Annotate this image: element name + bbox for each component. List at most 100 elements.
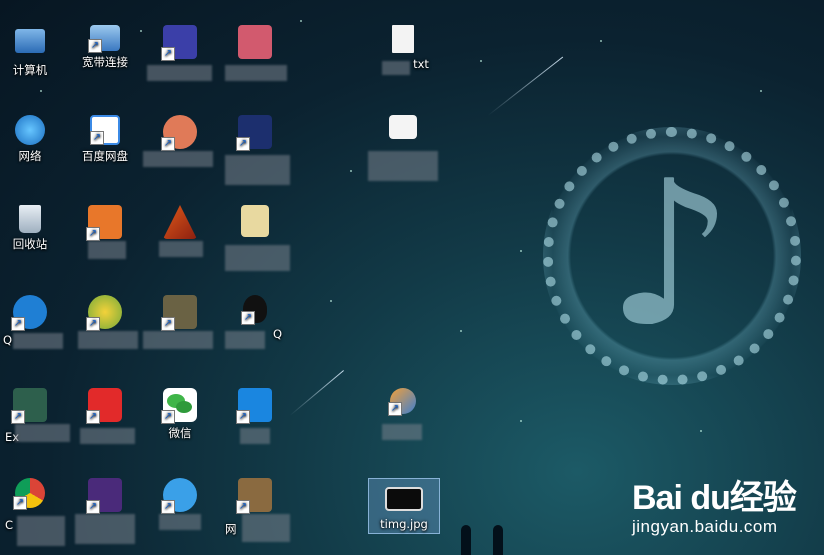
desktop-icon-app[interactable]: ↗ xyxy=(220,388,290,444)
desktop-icon-app[interactable]: ↗ xyxy=(143,295,215,349)
desktop-icon-label: 宽带连接 xyxy=(82,55,128,69)
recycle-bin-icon xyxy=(19,205,41,233)
network-connection-icon: ↗ xyxy=(88,25,120,53)
desktop-icon-chrome[interactable]: ↗ C xyxy=(0,478,65,546)
blurred-label xyxy=(147,65,212,81)
blurred-label xyxy=(15,424,70,442)
desktop-icon-label: timg.jpg xyxy=(380,517,428,531)
shortcut-arrow-icon: ↗ xyxy=(86,410,100,424)
desktop-icon-wechat[interactable]: ↗ 微信 xyxy=(145,388,215,440)
app-icon: ↗ xyxy=(11,295,47,331)
computer-icon xyxy=(15,29,45,53)
desktop-icon-app[interactable]: ↗ xyxy=(70,295,140,349)
desktop-icon-label: 百度网盘 xyxy=(82,149,128,163)
app-icon: ↗ xyxy=(161,295,197,331)
desktop-icon-file[interactable] xyxy=(220,205,290,271)
shortcut-arrow-icon: ↗ xyxy=(161,137,175,151)
desktop-icon-app[interactable]: ↗ Q xyxy=(0,295,65,349)
desktop-icon-label: 回收站 xyxy=(12,237,48,251)
desktop-icon-label: 网络 xyxy=(18,149,42,163)
shortcut-arrow-icon: ↗ xyxy=(161,317,175,331)
baidu-netdisk-icon: ↗ xyxy=(90,115,120,145)
desktop-icon-app[interactable]: ↗ xyxy=(220,115,290,185)
desktop-icon-app[interactable]: ↗ xyxy=(143,115,215,167)
matlab-icon xyxy=(163,205,197,239)
desktop-icon-txt[interactable]: txt xyxy=(368,25,438,75)
app-icon: ↗ xyxy=(161,478,197,514)
shortcut-arrow-icon: ↗ xyxy=(236,410,250,424)
blurred-label xyxy=(78,331,138,349)
blurred-label xyxy=(143,331,213,349)
shortcut-arrow-icon: ↗ xyxy=(13,496,27,510)
blurred-label xyxy=(17,516,65,546)
app-icon: ↗ xyxy=(161,115,197,151)
blurred-label xyxy=(368,151,438,181)
desktop-icon-broadband[interactable]: ↗ 宽带连接 xyxy=(70,25,140,69)
desktop-icon-app[interactable]: ↗ 网 xyxy=(220,478,290,542)
text-file-icon xyxy=(392,25,414,53)
shortcut-arrow-icon: ↗ xyxy=(161,500,175,514)
blurred-label xyxy=(240,428,270,444)
app-icon: ↗ xyxy=(11,388,47,424)
blurred-label xyxy=(143,151,213,167)
desktop-icon-netease[interactable]: ↗ xyxy=(70,388,140,444)
app-icon: ↗ xyxy=(236,115,272,151)
blurred-label xyxy=(13,333,63,349)
shortcut-arrow-icon: ↗ xyxy=(11,317,25,331)
shortcut-arrow-icon: ↗ xyxy=(236,500,250,514)
blurred-label xyxy=(242,514,290,542)
desktop-icon-app[interactable]: ↗ xyxy=(70,205,140,259)
blurred-label xyxy=(225,155,290,185)
app-icon: ↗ xyxy=(236,478,272,514)
shortcut-arrow-icon: ↗ xyxy=(90,131,104,145)
blurred-label xyxy=(225,245,290,271)
desktop-icon-label: 计算机 xyxy=(12,63,48,77)
couple-silhouette xyxy=(455,520,515,555)
qq-penguin-icon: ↗ xyxy=(241,295,267,325)
music-note-icon: ♪ xyxy=(606,138,734,371)
desktop-icon-timg[interactable]: timg.jpg xyxy=(368,478,440,534)
app-icon: ↗ xyxy=(86,295,122,331)
app-icon: ↗ xyxy=(86,205,122,241)
desktop-icon-matlab[interactable] xyxy=(145,205,215,257)
shortcut-arrow-icon: ↗ xyxy=(161,47,175,61)
shortcut-arrow-icon: ↗ xyxy=(11,410,25,424)
blurred-label xyxy=(159,241,203,257)
app-icon xyxy=(389,115,417,139)
image-file-icon xyxy=(385,487,423,511)
app-icon: ↗ xyxy=(236,388,272,424)
desktop-icon-baidu-pan[interactable]: ↗ 百度网盘 xyxy=(70,115,140,163)
shortcut-arrow-icon: ↗ xyxy=(388,402,402,416)
desktop-icon-app[interactable]: ↗ xyxy=(70,478,140,544)
desktop-icon-app[interactable] xyxy=(368,115,438,181)
app-icon: ↗ xyxy=(161,25,197,61)
desktop-icon-network[interactable]: 网络 xyxy=(0,115,65,163)
desktop-icon-app[interactable] xyxy=(220,25,290,81)
blurred-label xyxy=(382,424,422,440)
shortcut-arrow-icon: ↗ xyxy=(86,317,100,331)
desktop-icon-recycle[interactable]: 回收站 xyxy=(0,205,65,251)
blurred-label xyxy=(225,331,265,349)
shortcut-arrow-icon: ↗ xyxy=(161,410,175,424)
desktop-icon-paint[interactable]: ↗ xyxy=(368,388,438,440)
desktop-icon-app[interactable]: ↗ xyxy=(145,478,215,530)
desktop-icon-computer[interactable]: 计算机 xyxy=(0,25,65,77)
desktop-icon-app[interactable]: ↗ xyxy=(145,25,215,81)
netease-music-icon: ↗ xyxy=(86,388,122,424)
paint-icon: ↗ xyxy=(388,388,416,416)
blurred-label xyxy=(225,65,287,81)
blurred-label xyxy=(159,514,201,530)
blurred-label xyxy=(80,428,135,444)
blurred-label xyxy=(382,61,410,75)
app-icon xyxy=(238,25,272,59)
shortcut-arrow-icon: ↗ xyxy=(236,137,250,151)
shortcut-arrow-icon: ↗ xyxy=(86,227,100,241)
blurred-label xyxy=(88,241,126,259)
desktop-icon-label: 微信 xyxy=(168,426,192,440)
baidu-brand: Bai du经验 xyxy=(632,479,797,517)
desktop-icon-app[interactable]: ↗ Ex xyxy=(0,388,70,444)
desktop-icon-qq[interactable]: ↗ Q xyxy=(220,295,290,349)
wechat-icon: ↗ xyxy=(161,388,197,424)
meteor xyxy=(487,56,564,116)
baidu-url: jingyan.baidu.com xyxy=(632,517,778,536)
